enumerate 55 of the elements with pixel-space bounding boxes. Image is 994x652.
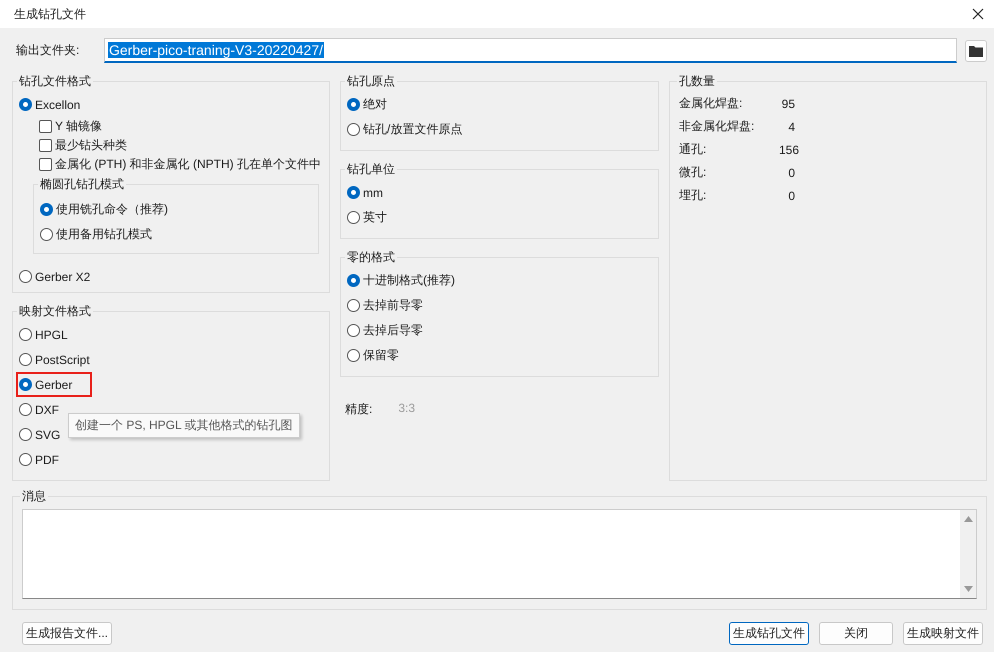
radio-option[interactable]: 钻孔/放置文件原点 xyxy=(344,117,468,142)
tooltip: 创建一个 PS, HPGL 或其他格式的钻孔图 xyxy=(68,413,300,438)
precision-value: 3:3 xyxy=(398,401,416,417)
group-title: 钻孔单位 xyxy=(346,161,396,178)
group-title: 映射文件格式 xyxy=(18,303,92,320)
group-title: 零的格式 xyxy=(346,249,396,266)
browse-button[interactable] xyxy=(965,40,987,62)
radio-option[interactable]: 英寸 xyxy=(344,205,392,230)
precision-label: 精度: xyxy=(345,401,372,418)
radio-option[interactable]: Gerber X2 xyxy=(16,264,96,289)
radio-option[interactable]: Gerber xyxy=(16,372,92,397)
radio-option[interactable]: PDF xyxy=(16,447,64,472)
count-value: 95 xyxy=(780,96,795,110)
report-button[interactable]: 生成报告文件... xyxy=(22,622,112,645)
field-label: 输出文件夹: xyxy=(15,42,80,59)
count-label: 通孔: xyxy=(679,141,708,158)
scroll-up-icon[interactable] xyxy=(964,516,972,522)
group-title: 钻孔文件格式 xyxy=(18,73,92,90)
radio-option[interactable]: 使用备用钻孔模式 xyxy=(37,222,157,247)
radio-option[interactable]: 去掉前导零 xyxy=(344,293,428,318)
group-title: 孔数量 xyxy=(678,73,716,90)
radio-option[interactable]: 十进制格式(推荐) xyxy=(344,268,460,293)
count-value: 0 xyxy=(787,188,795,202)
count-value: 4 xyxy=(787,120,795,134)
checkbox-option[interactable]: 最少钻头种类 xyxy=(39,136,323,155)
dialog-button[interactable]: 生成映射文件 xyxy=(903,622,983,645)
dialog-button[interactable]: 生成钻孔文件 xyxy=(729,622,809,645)
count-value: 0 xyxy=(787,166,795,180)
radio-option[interactable]: SVG xyxy=(16,422,66,447)
radio-option[interactable]: 使用铣孔命令（推荐) xyxy=(37,197,173,222)
dialog-button[interactable]: 关闭 xyxy=(819,622,893,645)
close-icon[interactable] xyxy=(972,8,984,20)
count-label: 金属化焊盘: xyxy=(679,95,744,112)
count-label: 埋孔: xyxy=(679,187,708,204)
radio-option[interactable]: PostScript xyxy=(16,347,95,372)
folder-icon xyxy=(969,44,983,56)
checkbox-option[interactable]: 金属化 (PTH) 和非金属化 (NPTH) 孔在单个文件中 xyxy=(39,155,323,174)
radio-option[interactable]: HPGL xyxy=(16,322,73,347)
checkbox-option[interactable]: Y 轴镜像 xyxy=(39,117,323,136)
window-title: 生成钻孔文件 xyxy=(14,6,86,22)
radio-option[interactable]: DXF xyxy=(16,397,64,422)
radio-option[interactable]: 保留零 xyxy=(344,343,404,368)
radio-option[interactable]: 绝对 xyxy=(344,92,392,117)
group-title: 消息 xyxy=(21,488,47,505)
radio-option[interactable]: 去掉后导零 xyxy=(344,318,428,343)
count-label: 微孔: xyxy=(679,164,708,181)
group-title: 椭圆孔钻孔模式 xyxy=(39,176,125,193)
message-box[interactable] xyxy=(22,509,977,599)
scroll-down-icon[interactable] xyxy=(964,586,972,592)
radio-option[interactable]: mm xyxy=(344,180,388,205)
output-folder-field[interactable]: Gerber-pico-traning-V3-20220427/ xyxy=(104,38,957,63)
scrollbar[interactable] xyxy=(960,510,976,598)
radio-option[interactable]: Excellon xyxy=(16,92,86,117)
group-title: 钻孔原点 xyxy=(346,73,396,90)
count-label: 非金属化焊盘: xyxy=(679,118,756,135)
